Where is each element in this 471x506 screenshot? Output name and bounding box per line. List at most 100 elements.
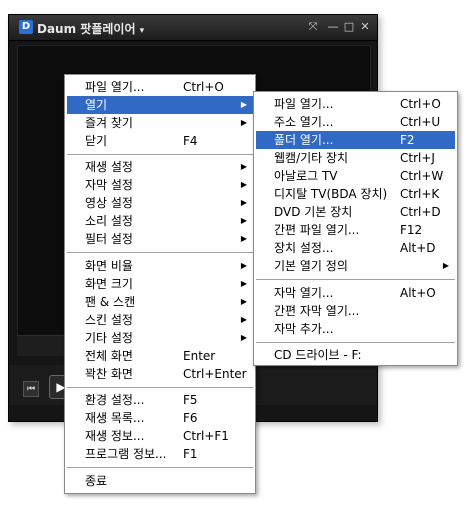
menu-item-label: 폴더 열기... (274, 133, 334, 147)
title-bar[interactable]: D Daum 팟플레이어 ▾ ⤧ — □ ✕ (9, 15, 377, 41)
submenu-item-quick-subtitle[interactable]: 간편 자막 열기... (256, 302, 455, 320)
menu-item-subtitle-settings[interactable]: 자막 설정 ▶ (67, 176, 253, 194)
submenu-item-open-folder[interactable]: 폴더 열기... F2 (256, 131, 455, 149)
menu-item-video-settings[interactable]: 영상 설정 ▶ (67, 194, 253, 212)
menu-item-label: 자막 추가... (274, 322, 334, 336)
menu-separator (256, 279, 455, 280)
menu-item-filter-settings[interactable]: 필터 설정 ▶ (67, 230, 253, 248)
menu-separator (67, 467, 253, 468)
submenu-item-quick-open[interactable]: 간편 파일 열기... F12 (256, 221, 455, 239)
menu-item-label: 재생 정보... (85, 429, 145, 443)
menu-item-shortcut: Alt+O (400, 286, 436, 300)
menu-item-label: 환경 설정... (85, 393, 145, 407)
menu-item-shortcut: Ctrl+Enter (183, 367, 247, 381)
menu-item-label: 기본 열기 정의 (274, 259, 348, 273)
submenu-item-open-subtitle[interactable]: 자막 열기... Alt+O (256, 284, 455, 302)
submenu-item-open-url[interactable]: 주소 열기... Ctrl+U (256, 113, 455, 131)
menu-item-label: 팬 & 스캔 (85, 295, 136, 309)
menu-item-playback-settings[interactable]: 재생 설정 ▶ (67, 158, 253, 176)
submenu-arrow-icon: ▶ (240, 118, 247, 127)
menu-item-open[interactable]: 열기 ▶ (67, 96, 253, 114)
menu-item-fill-screen[interactable]: 꽉찬 화면 Ctrl+Enter (67, 365, 253, 383)
menu-item-playback-info[interactable]: 재생 정보... Ctrl+F1 (67, 427, 253, 445)
menu-item-shortcut: F1 (183, 447, 198, 461)
maximize-button[interactable]: □ (343, 21, 355, 33)
menu-item-favorites[interactable]: 즐겨 찾기 ▶ (67, 114, 253, 132)
menu-item-shortcut: Ctrl+F1 (183, 429, 229, 443)
menu-item-label: DVD 기본 장치 (274, 205, 353, 219)
menu-item-label: 화면 비율 (85, 259, 133, 273)
submenu-arrow-icon: ▶ (240, 216, 247, 225)
submenu-item-default-open[interactable]: 기본 열기 정의 ▶ (256, 257, 455, 275)
menu-item-open-file[interactable]: 파일 열기... Ctrl+O (67, 78, 253, 96)
context-menu: 파일 열기... Ctrl+O 열기 ▶ 즐겨 찾기 ▶ 닫기 F4 재생 설정… (64, 74, 256, 494)
menu-item-label: 전체 화면 (85, 349, 133, 363)
menu-item-label: 주소 열기... (274, 115, 334, 129)
menu-item-label: 종료 (85, 474, 108, 488)
submenu-item-analog-tv[interactable]: 아날로그 TV Ctrl+W (256, 167, 455, 185)
app-title-text: Daum 팟플레이어 (37, 22, 136, 36)
submenu-item-webcam[interactable]: 웹캠/기타 장치 Ctrl+J (256, 149, 455, 167)
menu-item-label: 간편 파일 열기... (274, 223, 360, 237)
menu-separator (67, 154, 253, 155)
previous-icon[interactable]: ⏮ (23, 381, 39, 397)
submenu-item-cd-drive[interactable]: CD 드라이브 - F: (256, 346, 455, 364)
submenu-arrow-icon: ▶ (240, 162, 247, 171)
menu-item-label: CD 드라이브 - F: (274, 348, 362, 362)
menu-item-close[interactable]: 닫기 F4 (67, 132, 253, 150)
menu-item-shortcut: F4 (183, 134, 198, 148)
menu-item-label: 열기 (85, 98, 108, 112)
menu-separator (67, 387, 253, 388)
submenu-item-add-subtitle[interactable]: 자막 추가... (256, 320, 455, 338)
menu-item-label: 자막 열기... (274, 286, 334, 300)
menu-item-label: 영상 설정 (85, 196, 133, 210)
menu-separator (67, 252, 253, 253)
submenu-arrow-icon: ▶ (240, 198, 247, 207)
menu-item-shortcut: Ctrl+W (400, 169, 444, 183)
menu-item-shortcut: Ctrl+O (183, 80, 224, 94)
menu-item-fullscreen[interactable]: 전체 화면 Enter (67, 347, 253, 365)
title-dropdown-icon[interactable]: ▾ (140, 26, 145, 36)
submenu-arrow-icon: ▶ (240, 234, 247, 243)
close-button[interactable]: ✕ (359, 21, 371, 33)
submenu-item-dvd[interactable]: DVD 기본 장치 Ctrl+D (256, 203, 455, 221)
menu-item-label: 소리 설정 (85, 214, 133, 228)
menu-item-label: 재생 설정 (85, 160, 133, 174)
app-title[interactable]: Daum 팟플레이어 ▾ (37, 20, 144, 37)
menu-item-shortcut: F5 (183, 393, 198, 407)
menu-item-label: 기타 설정 (85, 331, 133, 345)
submenu-item-open-file[interactable]: 파일 열기... Ctrl+O (256, 95, 455, 113)
menu-item-preferences[interactable]: 환경 설정... F5 (67, 391, 253, 409)
menu-item-screen-size[interactable]: 화면 크기 ▶ (67, 275, 253, 293)
submenu-arrow-icon: ▶ (240, 261, 247, 270)
menu-item-other-settings[interactable]: 기타 설정 ▶ (67, 329, 253, 347)
menu-item-shortcut: F12 (400, 223, 423, 237)
menu-item-audio-settings[interactable]: 소리 설정 ▶ (67, 212, 253, 230)
menu-item-skin-settings[interactable]: 스킨 설정 ▶ (67, 311, 253, 329)
menu-item-shortcut: F6 (183, 411, 198, 425)
menu-item-label: 필터 설정 (85, 232, 133, 246)
menu-item-shortcut: Alt+D (400, 241, 436, 255)
daum-logo-icon: D (19, 20, 33, 34)
menu-item-aspect-ratio[interactable]: 화면 비율 ▶ (67, 257, 253, 275)
menu-separator (256, 342, 455, 343)
menu-item-about[interactable]: 프로그램 정보... F1 (67, 445, 253, 463)
menu-item-label: 화면 크기 (85, 277, 133, 291)
resize-icon[interactable]: ⤧ (307, 21, 319, 33)
menu-item-pan-scan[interactable]: 팬 & 스캔 ▶ (67, 293, 253, 311)
menu-item-shortcut: Ctrl+O (400, 97, 441, 111)
submenu-item-digital-tv[interactable]: 디지탈 TV(BDA 장치) Ctrl+K (256, 185, 455, 203)
submenu-arrow-icon: ▶ (240, 279, 247, 288)
menu-item-shortcut: Ctrl+D (400, 205, 441, 219)
open-submenu: 파일 열기... Ctrl+O 주소 열기... Ctrl+U 폴더 열기...… (253, 91, 458, 366)
menu-item-label: 프로그램 정보... (85, 447, 167, 461)
menu-item-exit[interactable]: 종료 (67, 472, 253, 490)
menu-item-label: 웹캠/기타 장치 (274, 151, 349, 165)
minimize-button[interactable]: — (327, 21, 339, 33)
menu-item-label: 스킨 설정 (85, 313, 133, 327)
menu-item-shortcut: Ctrl+K (400, 187, 440, 201)
submenu-item-device-settings[interactable]: 장치 설정... Alt+D (256, 239, 455, 257)
menu-item-playlist[interactable]: 재생 목록... F6 (67, 409, 253, 427)
submenu-arrow-icon: ▶ (442, 261, 449, 270)
menu-item-shortcut: Ctrl+U (400, 115, 441, 129)
